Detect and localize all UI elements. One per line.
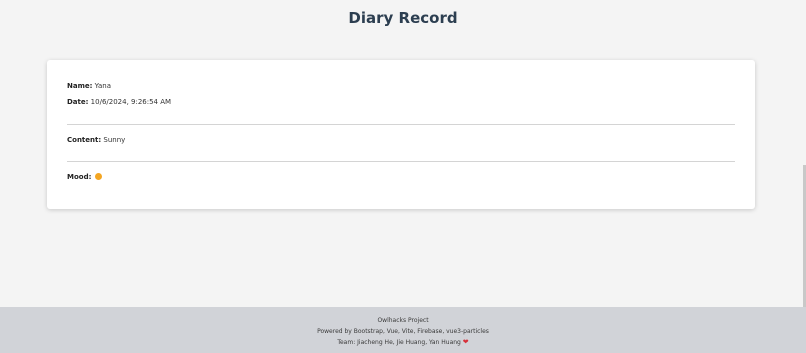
footer-team: Team: Jiacheng He, Jie Huang, Yan Huang [337,339,461,346]
name-label: Name: [67,82,93,90]
date-label: Date: [67,98,89,106]
page-title: Diary Record [348,9,458,27]
footer: Owlhacks Project Powered by Bootstrap, V… [0,307,806,353]
mood-field: Mood: [67,173,102,181]
smiling-face-emoji-icon [94,173,102,180]
name-value: Yana [94,82,111,90]
date-value: 10/6/2024, 9:26:54 AM [90,98,172,106]
content-label: Content: [67,136,102,144]
page: Diary Record Name: Yana Date: 10/6/2024,… [0,0,806,353]
footer-powered-by: Powered by Bootstrap, Vue, Vite, Firebas… [317,328,489,335]
date-field: Date: 10/6/2024, 9:26:54 AM [67,98,171,106]
mood-label: Mood: [67,173,92,181]
divider [67,124,735,125]
footer-project-name: Owlhacks Project [377,317,429,324]
content-value: Sunny [103,136,126,144]
divider [67,161,735,162]
heart-icon: ❤ [462,338,469,346]
name-field: Name: Yana [67,82,111,90]
footer-team-line: Team: Jiacheng He, Jie Huang, Yan Huang … [0,337,806,348]
diary-record-card: Name: Yana Date: 10/6/2024, 9:26:54 AM C… [47,60,755,209]
content-field: Content: Sunny [67,136,125,144]
